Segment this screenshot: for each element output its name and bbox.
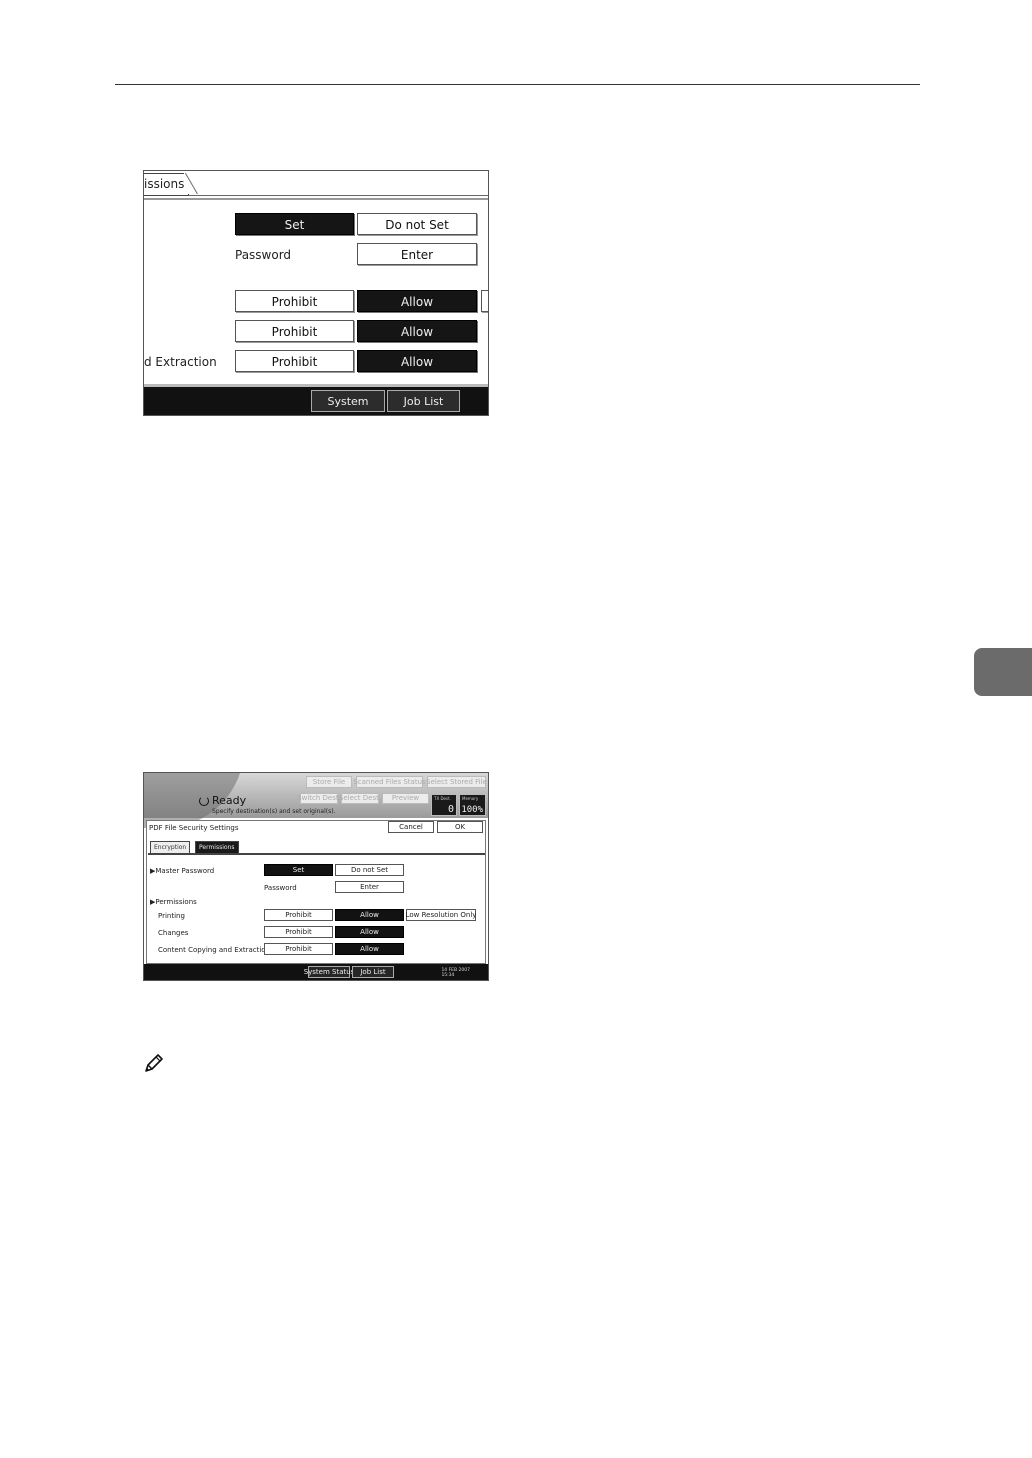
tx-dest-counter: TX Dest. 0	[431, 794, 457, 816]
time-text: 15:34	[441, 972, 455, 978]
select-dest-button[interactable]: Select Dest.	[339, 793, 381, 804]
panel-title: PDF File Security Settings	[149, 824, 239, 832]
header-rule	[115, 84, 920, 85]
job-list-button[interactable]: Job List	[387, 390, 460, 412]
changes-allow-button[interactable]: Allow	[335, 926, 404, 938]
extraction-label: d Extraction	[144, 355, 217, 369]
date-time: 14 FEB 2007 15:34	[441, 968, 470, 978]
zoomed-permissions-screenshot: issions Set Do not Set Password Enter Pr…	[143, 170, 489, 416]
chapter-thumb-tab	[974, 648, 1032, 696]
bottom-bar: System Status Job List 14 FEB 2007 15:34	[144, 964, 488, 980]
tab-encryption[interactable]: Encryption	[150, 841, 191, 853]
master-password-label: ▶Master Password	[150, 867, 215, 875]
content-copying-label: Content Copying and Extraction	[158, 946, 270, 954]
extraction-allow-button[interactable]: Allow	[357, 350, 477, 372]
preview-button[interactable]: Preview	[382, 793, 429, 804]
cancel-button[interactable]: Cancel	[388, 821, 434, 833]
master-do-not-set-button[interactable]: Do not Set	[357, 213, 477, 235]
bottom-bar: System Status Job List	[144, 387, 488, 415]
extraction-allow-button[interactable]: Allow	[335, 943, 404, 955]
changes-allow-button[interactable]: Allow	[357, 320, 477, 342]
tab-divider	[144, 198, 488, 200]
ready-spinner-icon	[199, 795, 209, 806]
password-enter-button[interactable]: Enter	[357, 243, 477, 265]
ready-text: Ready	[212, 794, 247, 807]
changes-prohibit-button[interactable]: Prohibit	[264, 926, 333, 938]
extraction-prohibit-button[interactable]: Prohibit	[235, 350, 354, 372]
scanned-files-status-button[interactable]: Scanned Files Status	[353, 776, 426, 788]
tab-underline	[148, 853, 485, 855]
password-label: Password	[235, 248, 292, 262]
master-do-not-set-button[interactable]: Do not Set	[335, 864, 404, 876]
store-file-button[interactable]: Store File	[306, 776, 352, 788]
instruction-text: Specify destination(s) and set original(…	[212, 808, 336, 815]
printing-prohibit-button[interactable]: Prohibit	[235, 290, 354, 312]
printing-prohibit-button[interactable]: Prohibit	[264, 909, 333, 921]
note-pencil-icon	[145, 1054, 163, 1072]
printing-low-resolution-button[interactable]: Low Resolution Only	[406, 909, 476, 921]
ok-button[interactable]: OK	[437, 821, 483, 833]
password-label: Password	[264, 884, 297, 892]
master-set-button[interactable]: Set	[235, 213, 354, 235]
memory-label: Memory	[462, 796, 479, 801]
job-list-button[interactable]: Job List	[352, 966, 394, 978]
tab-permissions[interactable]: Permissions	[195, 841, 239, 853]
master-set-button[interactable]: Set	[264, 864, 333, 876]
password-enter-button[interactable]: Enter	[335, 881, 404, 893]
extraction-prohibit-button[interactable]: Prohibit	[264, 943, 333, 955]
memory-counter: Memory 100%	[459, 794, 486, 816]
tx-dest-value: 0	[447, 804, 454, 815]
permissions-header: ▶Permissions	[150, 898, 197, 906]
system-status-button[interactable]: System Status	[311, 390, 385, 412]
tab-bar: issions	[144, 171, 488, 196]
tab-permissions[interactable]: issions	[144, 173, 189, 196]
printing-low-resolution-button[interactable]	[481, 290, 488, 312]
tab-edge	[184, 173, 198, 194]
printing-allow-button[interactable]: Allow	[357, 290, 477, 312]
select-stored-file-button[interactable]: Select Stored File	[426, 776, 487, 788]
pdf-security-settings-screenshot: Store File Scanned Files Status Select S…	[143, 772, 489, 981]
ready-status: Ready	[199, 794, 246, 807]
tx-dest-label: TX Dest.	[434, 796, 451, 801]
printing-label: Printing	[158, 912, 185, 920]
printing-allow-button[interactable]: Allow	[335, 909, 404, 921]
changes-prohibit-button[interactable]: Prohibit	[235, 320, 354, 342]
switch-dest-button[interactable]: Switch Dest.	[297, 793, 341, 804]
memory-value: 100%	[461, 805, 483, 815]
system-status-button[interactable]: System Status	[304, 966, 354, 978]
changes-label: Changes	[158, 929, 189, 937]
